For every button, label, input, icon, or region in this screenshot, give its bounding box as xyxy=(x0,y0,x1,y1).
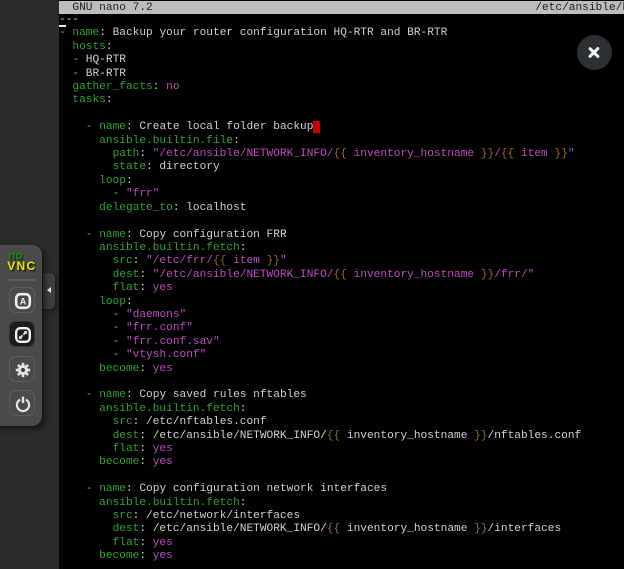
svg-text:A: A xyxy=(20,296,27,306)
